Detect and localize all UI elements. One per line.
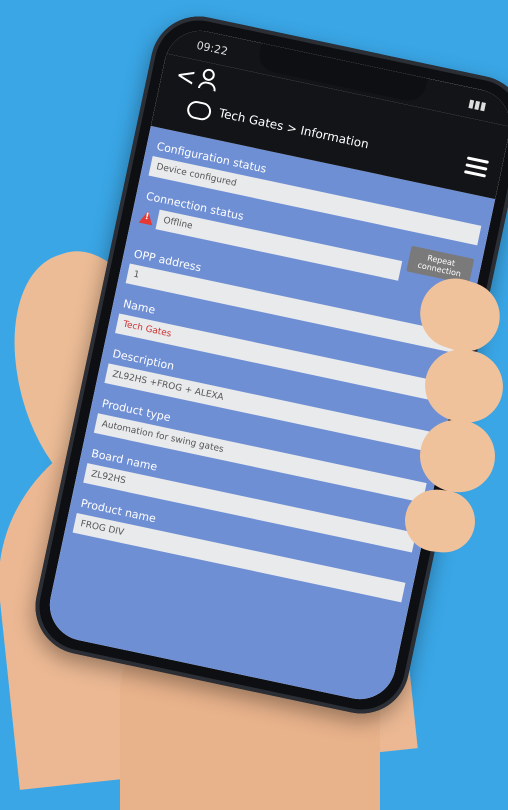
hamburger-menu-icon[interactable] <box>463 153 490 182</box>
status-time: 09:22 <box>195 38 230 58</box>
warning-icon <box>138 209 156 225</box>
page-title: Tech Gates > Information <box>217 105 371 152</box>
battery-icon: ▮▮▮ <box>467 96 488 113</box>
back-chevron-icon[interactable]: < <box>173 60 198 92</box>
info-panel: Configuration status Device configured C… <box>43 125 496 706</box>
user-icon[interactable] <box>197 67 218 92</box>
cloud-icon <box>185 99 213 122</box>
